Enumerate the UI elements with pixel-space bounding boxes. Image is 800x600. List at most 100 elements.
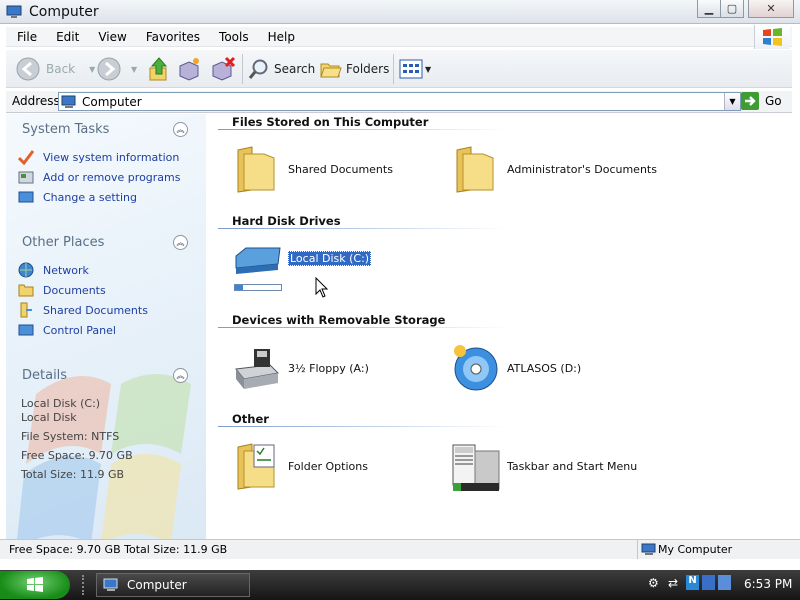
link-documents[interactable]: Documents — [18, 282, 106, 298]
item-label: ATLASOS (D:) — [507, 361, 582, 375]
item-taskbar-start-menu[interactable]: Taskbar and Start Menu — [451, 441, 637, 491]
group-hdd-heading: Hard Disk Drives — [232, 214, 341, 228]
delete-button[interactable] — [210, 56, 236, 82]
tray-speaker-icon[interactable]: ⚙ — [648, 576, 659, 590]
address-input[interactable]: Computer ▼ — [58, 92, 741, 111]
detail-file-system: File System: NTFS — [21, 430, 120, 443]
system-tray: ⚙ ⇄ N 6:53 PM — [644, 574, 800, 596]
menu-view[interactable]: View — [87, 30, 134, 44]
back-dropdown-icon[interactable]: ▼ — [89, 65, 95, 74]
views-button[interactable]: ▼ — [399, 59, 431, 79]
link-network[interactable]: Network — [18, 262, 89, 278]
shared-folder-icon — [20, 302, 32, 318]
link-label: View system information — [43, 150, 180, 164]
link-change-setting[interactable]: Change a setting — [18, 189, 137, 205]
views-grid-icon — [399, 59, 423, 79]
network-icon — [18, 262, 34, 278]
taskbar-start-menu-icon — [452, 444, 500, 491]
link-label: Network — [43, 263, 89, 277]
taskbar-task-computer[interactable]: Computer — [96, 573, 250, 597]
title-bar[interactable]: Computer ▁ ▢ ✕ — [0, 0, 800, 24]
tray-display-icon[interactable] — [718, 575, 731, 590]
computer-icon — [103, 578, 118, 591]
folder-icon — [237, 146, 275, 193]
control-panel-icon — [18, 324, 34, 336]
folders-icon — [320, 63, 342, 78]
item-atlasos-d[interactable]: ATLASOS (D:) — [451, 343, 581, 393]
address-dropdown-icon[interactable]: ▼ — [724, 93, 740, 110]
menu-tools[interactable]: Tools — [208, 30, 257, 44]
start-button[interactable] — [0, 571, 70, 599]
status-free-space: Free Space: 9.70 GB Total Size: 11.9 GB — [9, 543, 228, 556]
back-arrow-icon — [16, 57, 40, 81]
system-tasks-collapse-icon[interactable]: ︽ — [173, 122, 188, 137]
control-panel-icon — [18, 191, 34, 203]
back-button[interactable]: Back ▼ — [16, 57, 95, 81]
address-bar: Address Computer ▼ Go — [6, 91, 792, 113]
cd-drive-icon — [454, 345, 498, 391]
link-label: Add or remove programs — [43, 170, 181, 184]
status-bar: Free Space: 9.70 GB Total Size: 11.9 GB … — [0, 539, 800, 559]
link-label: Control Panel — [43, 323, 116, 337]
item-local-disk-c[interactable]: Local Disk (C:) — [232, 244, 372, 296]
link-label: Shared Documents — [43, 303, 148, 317]
menu-favorites[interactable]: Favorites — [135, 30, 208, 44]
item-folder-options[interactable]: Folder Options — [232, 441, 368, 491]
forward-button[interactable]: ▼ — [97, 57, 137, 81]
system-tasks-heading: System Tasks — [22, 122, 110, 137]
close-button[interactable]: ✕ — [748, 0, 794, 18]
up-folder-icon — [149, 57, 168, 81]
maximize-button[interactable]: ▢ — [720, 0, 744, 18]
menu-help[interactable]: Help — [257, 30, 303, 44]
group-divider — [218, 426, 508, 427]
other-places-collapse-icon[interactable]: ︽ — [173, 235, 188, 250]
link-shared-documents[interactable]: Shared Documents — [18, 302, 148, 318]
item-label: Local Disk (C:) — [288, 250, 372, 266]
group-divider — [218, 228, 508, 229]
floppy-drive-icon — [235, 349, 280, 389]
forward-arrow-icon — [97, 57, 121, 81]
detail-total-size: Total Size: 11.9 GB — [21, 468, 125, 481]
go-arrow-icon — [741, 92, 759, 110]
checkmark-icon — [18, 150, 34, 165]
taskbar-grip[interactable] — [82, 575, 86, 595]
move-to-button[interactable] — [177, 56, 201, 82]
details-collapse-icon[interactable]: ︽ — [173, 368, 188, 383]
status-my-computer: My Computer — [658, 543, 733, 556]
link-control-panel[interactable]: Control Panel — [18, 322, 116, 338]
link-add-remove-programs[interactable]: Add or remove programs — [18, 169, 181, 185]
computer-icon — [61, 95, 76, 108]
detail-type: Local Disk — [21, 411, 77, 424]
item-shared-documents[interactable]: Shared Documents — [232, 144, 393, 194]
mouse-cursor-icon — [315, 277, 329, 298]
tray-monitor-icon[interactable] — [702, 575, 715, 590]
clock[interactable]: 6:53 PM — [744, 577, 792, 591]
item-administrators-documents[interactable]: Administrator's Documents — [451, 144, 657, 194]
search-label: Search — [274, 62, 316, 76]
folders-button[interactable]: Folders — [319, 58, 389, 80]
task-pane: System Tasks ︽ View system information A… — [6, 114, 206, 539]
link-view-system-information[interactable]: View system information — [18, 149, 179, 165]
menu-file[interactable]: File — [6, 30, 45, 44]
hard-drive-icon — [232, 244, 282, 296]
details-heading: Details — [22, 368, 68, 383]
add-remove-programs-icon — [18, 171, 34, 184]
detail-name: Local Disk (C:) — [21, 397, 101, 410]
forward-dropdown-icon[interactable]: ▼ — [131, 65, 137, 74]
menu-edit[interactable]: Edit — [45, 30, 87, 44]
item-label: 3½ Floppy (A:) — [288, 361, 369, 375]
search-button[interactable]: Search — [248, 58, 315, 80]
tray-app-icon[interactable]: N — [686, 575, 699, 590]
minimize-button[interactable]: ▁ — [697, 0, 721, 18]
tray-network-icon[interactable]: ⇄ — [668, 576, 678, 590]
taskbar: Computer ⚙ ⇄ N 6:53 PM — [0, 570, 800, 600]
item-floppy-a[interactable]: 3½ Floppy (A:) — [232, 343, 369, 393]
address-label: Address — [12, 94, 60, 108]
up-button[interactable] — [148, 56, 170, 82]
taskbar-task-label: Computer — [127, 578, 187, 592]
go-button[interactable]: Go — [741, 92, 782, 110]
item-label: Taskbar and Start Menu — [507, 459, 638, 473]
windows-flag-icon — [763, 28, 782, 46]
group-divider — [218, 129, 508, 130]
link-label: Change a setting — [43, 190, 137, 204]
